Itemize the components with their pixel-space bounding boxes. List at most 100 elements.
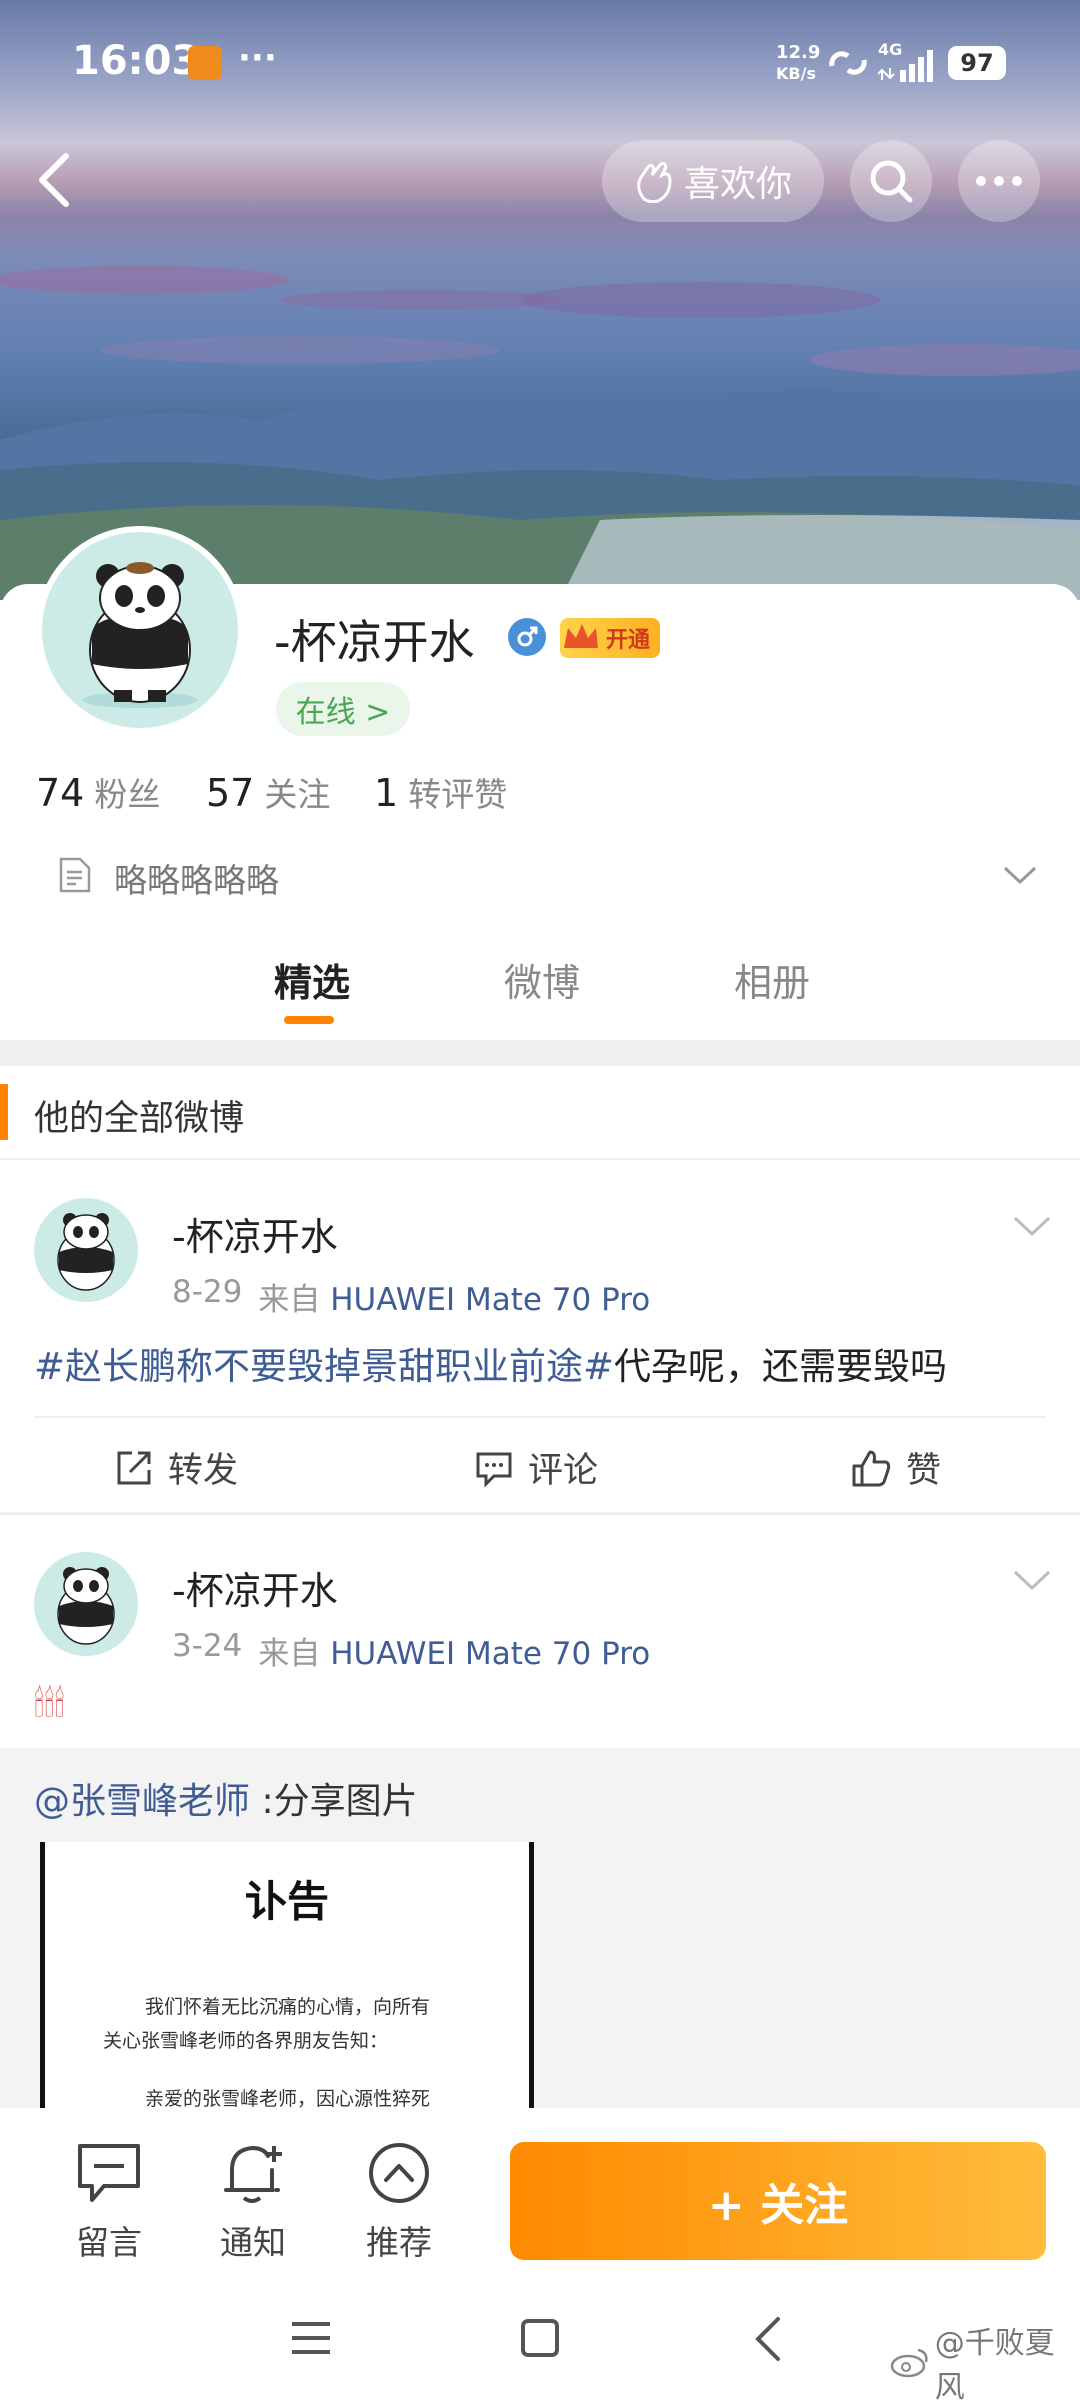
message-icon xyxy=(78,2144,140,2202)
post-source: 来自 HUAWEI Mate 70 Pro xyxy=(258,1628,650,1673)
net-speed-unit: KB/s xyxy=(776,64,816,83)
tab-featured[interactable]: 精选 xyxy=(274,952,350,1007)
online-label: 在线 > xyxy=(295,695,391,730)
notify-label: 通知 xyxy=(220,2223,286,2262)
post-meta: 3-24 来自 HUAWEI Mate 70 Pro xyxy=(172,1628,650,1673)
post-avatar[interactable] xyxy=(34,1198,138,1302)
post-source: 来自 HUAWEI Mate 70 Pro xyxy=(258,1274,650,1319)
status-bar: 16:03 ··· 12.9 KB/s 4G 97 xyxy=(0,0,1080,120)
post-content: #赵长鹏称不要毁掉景甜职业前途#代孕呢，还需要毁吗 xyxy=(34,1336,947,1390)
search-button[interactable] xyxy=(850,140,932,222)
post-from-label: 来自 xyxy=(258,1636,321,1672)
vip-open-badge[interactable]: 开通 xyxy=(560,618,660,658)
repost-icon xyxy=(117,1451,151,1484)
stat-number: 57 xyxy=(206,771,255,815)
online-status-pill[interactable]: 在线 > xyxy=(276,682,410,736)
back-nav-icon[interactable] xyxy=(752,2316,782,2362)
follow-label: + 关注 xyxy=(707,2180,849,2231)
like-you-label: 喜欢你 xyxy=(683,164,792,205)
recommend-button[interactable]: 推荐 xyxy=(354,2140,444,2264)
system-nav-bar: @千败夏风 xyxy=(0,2278,1080,2403)
repost-image[interactable]: 讣告 我们怀着无比沉痛的心情，向所有 关心张雪峰老师的各界朋友告知： 亲爱的张雪… xyxy=(40,1842,534,2142)
post-device[interactable]: HUAWEI Mate 70 Pro xyxy=(330,1282,650,1318)
status-dots: ··· xyxy=(238,38,277,78)
post-avatar[interactable] xyxy=(34,1552,138,1656)
candle-emojis: 🕯🕯🕯 xyxy=(34,1684,65,1725)
bottom-action-bar: 留言 通知 推荐 + 关注 xyxy=(0,2108,1080,2278)
battery-level: 97 xyxy=(960,49,994,77)
like-you-button[interactable]: 喜欢你 xyxy=(602,140,824,222)
post-menu-chevron-icon[interactable] xyxy=(1012,1214,1052,1240)
crown-icon xyxy=(564,624,598,648)
expand-chevron-icon[interactable] xyxy=(1002,864,1038,886)
comment-label: 评论 xyxy=(528,1451,599,1491)
avatar[interactable] xyxy=(36,526,244,734)
tab-weibo[interactable]: 微博 xyxy=(504,952,580,1007)
back-icon[interactable] xyxy=(36,152,72,208)
tab-album[interactable]: 相册 xyxy=(734,952,810,1007)
wave-hand-icon xyxy=(637,161,672,203)
repost-button[interactable]: 转发 xyxy=(114,1442,238,1493)
stat-interactions[interactable]: 1 转评赞 xyxy=(374,768,507,816)
gender-male-icon xyxy=(508,618,546,656)
stat-fans[interactable]: 74 粉丝 xyxy=(36,768,160,816)
stat-number: 1 xyxy=(374,771,399,815)
stat-label: 转评赞 xyxy=(408,775,508,814)
more-button[interactable] xyxy=(958,140,1040,222)
recommend-label: 推荐 xyxy=(366,2223,432,2262)
stat-label: 关注 xyxy=(264,775,331,814)
post-hashtag-link[interactable]: #赵长鹏称不要毁掉景甜职业前途# xyxy=(34,1345,614,1388)
menu-icon[interactable] xyxy=(290,2320,332,2356)
like-button[interactable]: 赞 xyxy=(850,1442,941,1493)
recommend-up-icon xyxy=(369,2143,429,2203)
like-label: 赞 xyxy=(906,1451,942,1491)
post-date: 8-29 xyxy=(172,1274,243,1310)
repost-label: 转发 xyxy=(168,1451,239,1491)
bio-text: 略略略略略 xyxy=(114,861,279,900)
message-label: 留言 xyxy=(76,2223,142,2262)
divider-line xyxy=(34,1416,1046,1418)
notice-line: 亲爱的张雪峰老师，因心源性猝死 xyxy=(145,2088,431,2110)
section-divider xyxy=(0,1040,1080,1066)
notice-line: 我们怀着无比沉痛的心情，向所有 xyxy=(145,1996,431,2018)
link-icon xyxy=(829,51,867,75)
app-notification-icon xyxy=(188,46,222,80)
signal-icon xyxy=(878,50,933,82)
panda-avatar-icon xyxy=(57,1213,115,1291)
bell-plus-icon xyxy=(224,2145,282,2203)
status-time: 16:03 xyxy=(72,38,200,84)
notify-button[interactable]: 通知 xyxy=(208,2140,298,2264)
tab-active-indicator xyxy=(284,1016,334,1024)
search-icon xyxy=(870,160,913,203)
post-menu-chevron-icon[interactable] xyxy=(1012,1568,1052,1594)
post-author[interactable]: -杯凉开水 xyxy=(172,1560,338,1615)
watermark-text: @千败夏风 xyxy=(934,2326,1055,2403)
profile-name: -杯凉开水 xyxy=(274,615,475,669)
post-from-label: 来自 xyxy=(258,1282,321,1318)
repost-user-link[interactable]: @张雪峰老师 xyxy=(34,1781,250,1822)
follow-button[interactable]: + 关注 xyxy=(510,2142,1046,2260)
vip-open-label: 开通 xyxy=(605,628,650,653)
watermark: @千败夏风 xyxy=(890,2318,1080,2403)
message-button[interactable]: 留言 xyxy=(64,2140,154,2264)
section-accent-bar xyxy=(0,1084,8,1140)
post-author[interactable]: -杯凉开水 xyxy=(172,1206,338,1261)
section-title: 他的全部微博 xyxy=(34,1099,245,1139)
stat-label: 粉丝 xyxy=(94,775,161,814)
home-icon[interactable] xyxy=(520,2318,560,2358)
post-meta: 8-29 来自 HUAWEI Mate 70 Pro xyxy=(172,1274,650,1319)
comment-button[interactable]: 评论 xyxy=(474,1442,598,1493)
stat-number: 74 xyxy=(36,771,85,815)
post-device[interactable]: HUAWEI Mate 70 Pro xyxy=(330,1636,650,1672)
repost-header: @张雪峰老师 :分享图片 xyxy=(34,1772,418,1824)
comment-icon xyxy=(476,1452,512,1488)
post-date: 3-24 xyxy=(172,1628,243,1664)
more-icon xyxy=(976,176,1022,186)
panda-avatar-icon xyxy=(57,1567,115,1645)
post-text: 代孕呢，还需要毁吗 xyxy=(614,1345,948,1388)
document-icon xyxy=(59,857,91,893)
divider-line xyxy=(0,1158,1080,1160)
net-speed: 12.9 xyxy=(776,42,821,63)
weibo-logo-icon xyxy=(890,2348,928,2378)
stat-following[interactable]: 57 关注 xyxy=(206,768,330,816)
